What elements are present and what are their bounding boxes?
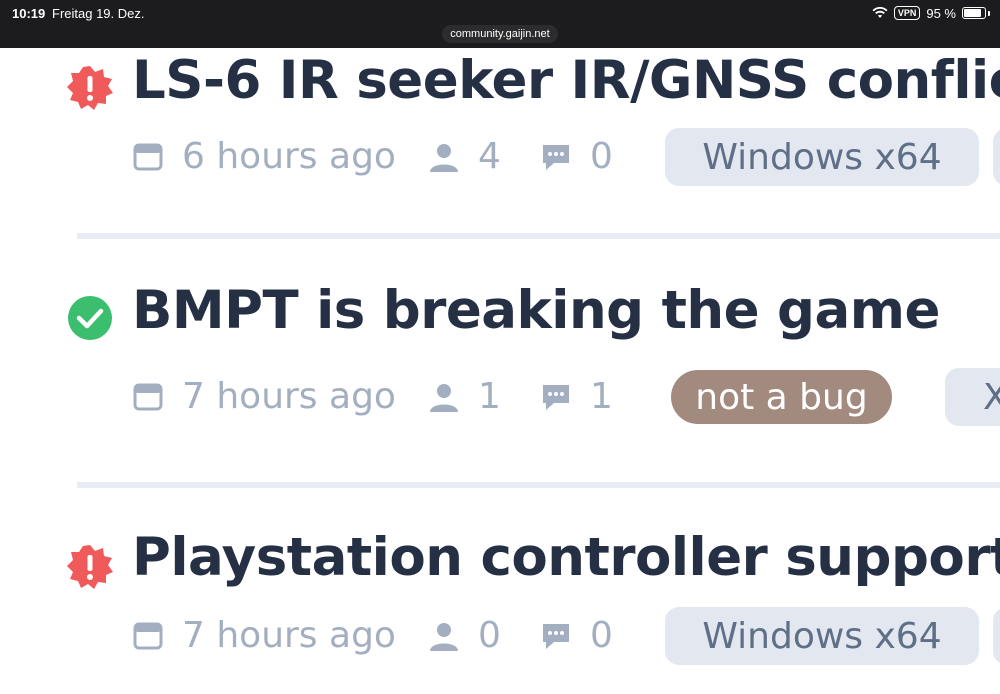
- topic-time: 7 hours ago: [182, 376, 396, 417]
- calendar-icon: [133, 622, 163, 649]
- tag-platform[interactable]: Windows x64: [665, 128, 979, 186]
- participants-count: 1: [478, 376, 501, 417]
- calendar-icon: [133, 383, 163, 410]
- user-icon: [430, 622, 458, 651]
- status-bar: 10:19 Freitag 19. Dez. VPN 95 % communit…: [0, 0, 1000, 48]
- replies-count: 1: [590, 376, 613, 417]
- tag-platform-overflow[interactable]: X: [945, 368, 1000, 426]
- topic-meta: 6 hours ago 4 0: [132, 136, 613, 177]
- topic-title[interactable]: LS-6 IR seeker IR/GNSS conflict: [132, 50, 1000, 111]
- vpn-badge: VPN: [893, 6, 921, 20]
- url-bar[interactable]: community.gaijin.net: [442, 25, 558, 43]
- check-circle-icon: [68, 296, 112, 340]
- alert-badge-icon: [67, 545, 113, 589]
- calendar-icon: [133, 143, 163, 170]
- user-icon: [430, 383, 458, 412]
- battery-percent: 95 %: [926, 5, 956, 21]
- topic-time: 7 hours ago: [182, 615, 396, 656]
- topic-row[interactable]: LS-6 IR seeker IR/GNSS conflict 6 hours …: [0, 48, 1000, 208]
- alert-badge-icon: [67, 66, 113, 110]
- wifi-icon: [872, 7, 888, 18]
- tag-platform[interactable]: Windows x64: [665, 607, 979, 665]
- participants-count: 0: [478, 615, 501, 656]
- topic-time: 6 hours ago: [182, 136, 396, 177]
- participants-count: 4: [478, 136, 501, 177]
- replies-count: 0: [590, 615, 613, 656]
- comment-icon: [543, 623, 569, 649]
- replies-count: 0: [590, 136, 613, 177]
- tag-overflow[interactable]: [993, 607, 1000, 665]
- clock: 10:19: [12, 6, 46, 21]
- comment-icon: [543, 144, 569, 170]
- tag-overflow[interactable]: [993, 128, 1000, 186]
- topic-meta: 7 hours ago 1 1: [132, 376, 613, 417]
- tag-not-a-bug[interactable]: not a bug: [671, 370, 892, 424]
- divider: [77, 482, 1000, 488]
- topic-meta: 7 hours ago 0 0: [132, 615, 613, 656]
- divider: [77, 233, 1000, 239]
- date: Freitag 19. Dez.: [52, 6, 145, 21]
- user-icon: [430, 143, 458, 172]
- status-indicators: VPN 95 %: [872, 4, 990, 22]
- topic-row[interactable]: Playstation controller support 7 hours a…: [0, 527, 1000, 687]
- battery-icon: [962, 7, 986, 19]
- comment-icon: [543, 384, 569, 410]
- topic-row[interactable]: BMPT is breaking the game 7 hours ago 1 …: [0, 280, 1000, 440]
- topic-title[interactable]: Playstation controller support: [132, 527, 1000, 588]
- topic-title[interactable]: BMPT is breaking the game: [132, 280, 940, 341]
